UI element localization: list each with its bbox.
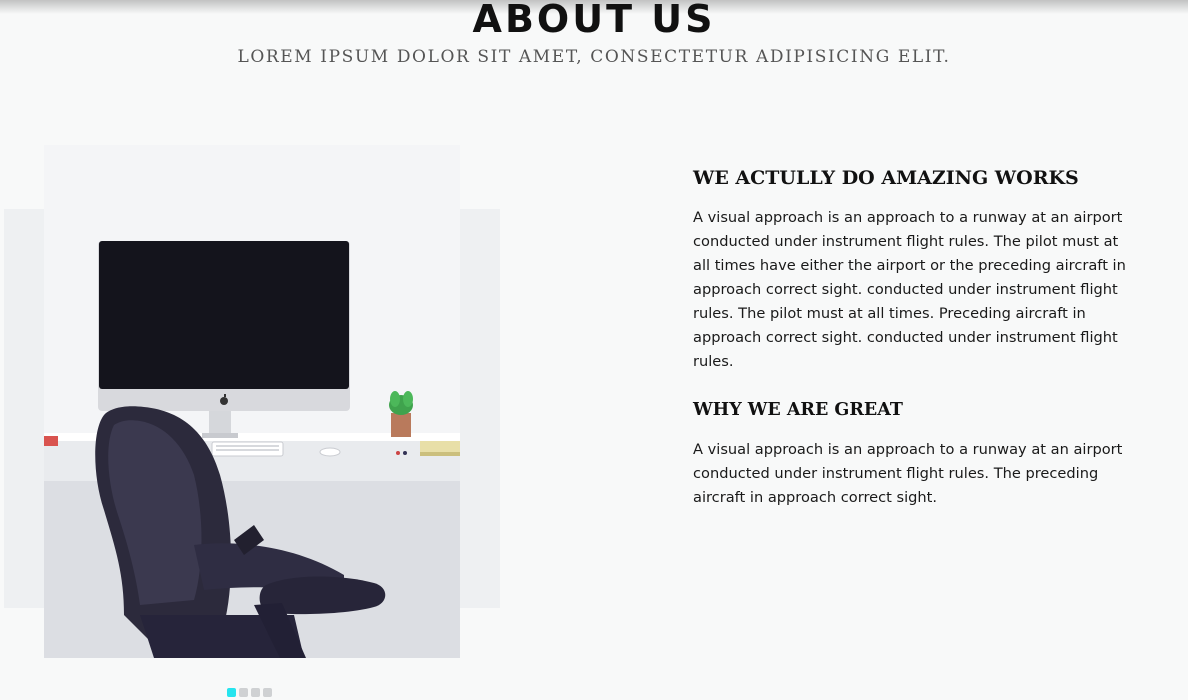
page-title: ABOUT US [472,0,716,41]
carousel-dot-2[interactable] [239,688,248,697]
office-desk-photo [44,145,460,658]
carousel-dot-1[interactable] [227,688,236,697]
about-paragraph-2: A visual approach is an approach to a ru… [693,441,1123,506]
carousel-dots [227,688,272,697]
about-content: WE ACTULLY DO AMAZING WORKS A visual app… [693,164,1133,510]
about-paragraph-1: A visual approach is an approach to a ru… [693,209,1126,370]
about-heading-amazing-works: WE ACTULLY DO AMAZING WORKS [693,167,1079,189]
page-subtitle: LOREM IPSUM DOLOR SIT AMET, CONSECTETUR … [237,47,951,67]
carousel-dot-3[interactable] [251,688,260,697]
about-heading-why-great: WHY WE ARE GREAT [693,400,903,420]
carousel-dot-4[interactable] [263,688,272,697]
